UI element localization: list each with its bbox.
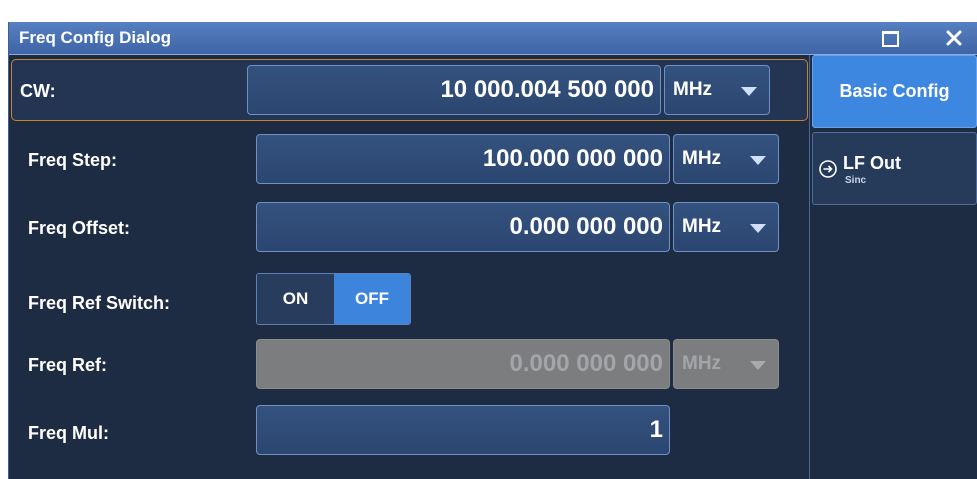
chevron-down-icon xyxy=(750,156,766,165)
lf-out-button[interactable]: LF Out Sinc xyxy=(812,132,977,205)
freq-offset-row: Freq Offset: 0.000 000 000 MHz xyxy=(11,196,808,258)
freq-offset-unit-value: MHz xyxy=(682,216,722,237)
freq-ref-unit-value: MHz xyxy=(682,353,722,374)
freq-ref-row: Freq Ref: 0.000 000 000 MHz xyxy=(11,333,808,395)
freq-step-label: Freq Step: xyxy=(28,150,118,170)
freq-step-unit-select[interactable]: MHz xyxy=(673,134,779,184)
cw-label: CW: xyxy=(20,81,56,101)
freq-step-input[interactable]: 100.000 000 000 xyxy=(256,134,670,184)
freq-step-row: Freq Step: 100.000 000 000 MHz xyxy=(11,128,808,190)
freq-ref-input: 0.000 000 000 xyxy=(256,339,670,389)
freq-config-dialog: Freq Config Dialog CW: 10 000.004 500 00… xyxy=(8,22,977,479)
side-panel: Basic Config LF Out Sinc xyxy=(809,55,977,479)
cw-unit-select[interactable]: MHz xyxy=(664,65,770,115)
lf-out-label: LF Out xyxy=(843,153,901,173)
toggle-off-option[interactable]: OFF xyxy=(334,274,410,324)
freq-ref-unit-select: MHz xyxy=(673,339,779,389)
arrow-circle-icon xyxy=(819,160,837,178)
freq-offset-unit-select[interactable]: MHz xyxy=(673,202,779,252)
basic-config-button[interactable]: Basic Config xyxy=(812,55,977,128)
close-button[interactable] xyxy=(934,22,974,54)
freq-ref-toggle[interactable]: ON OFF xyxy=(256,273,411,325)
freq-offset-label: Freq Offset: xyxy=(28,218,131,238)
freq-step-unit-value: MHz xyxy=(682,148,722,169)
chevron-down-icon xyxy=(750,361,766,370)
maximize-icon xyxy=(882,31,899,47)
chevron-down-icon xyxy=(741,87,757,96)
title-bar[interactable]: Freq Config Dialog xyxy=(9,22,977,55)
window-title: Freq Config Dialog xyxy=(19,28,172,47)
freq-ref-switch-label: Freq Ref Switch: xyxy=(28,293,171,313)
toggle-on-option[interactable]: ON xyxy=(257,274,334,324)
chevron-down-icon xyxy=(750,224,766,233)
cw-input[interactable]: 10 000.004 500 000 xyxy=(247,65,661,115)
maximize-button[interactable] xyxy=(870,22,910,54)
config-form: CW: 10 000.004 500 000 MHz Freq Step: 10… xyxy=(9,55,809,479)
freq-offset-input[interactable]: 0.000 000 000 xyxy=(256,202,670,252)
freq-mul-input[interactable]: 1 xyxy=(256,405,670,455)
freq-ref-label: Freq Ref: xyxy=(28,355,108,375)
freq-mul-label: Freq Mul: xyxy=(28,423,109,443)
cw-unit-value: MHz xyxy=(673,79,713,100)
freq-mul-row: Freq Mul: 1 xyxy=(11,401,808,463)
freq-ref-switch-row: Freq Ref Switch: ON OFF xyxy=(11,263,808,325)
basic-config-label: Basic Config xyxy=(839,81,950,101)
cw-row[interactable]: CW: 10 000.004 500 000 MHz xyxy=(11,59,808,121)
close-icon xyxy=(946,30,962,46)
lf-out-sublabel: Sinc xyxy=(845,175,867,186)
